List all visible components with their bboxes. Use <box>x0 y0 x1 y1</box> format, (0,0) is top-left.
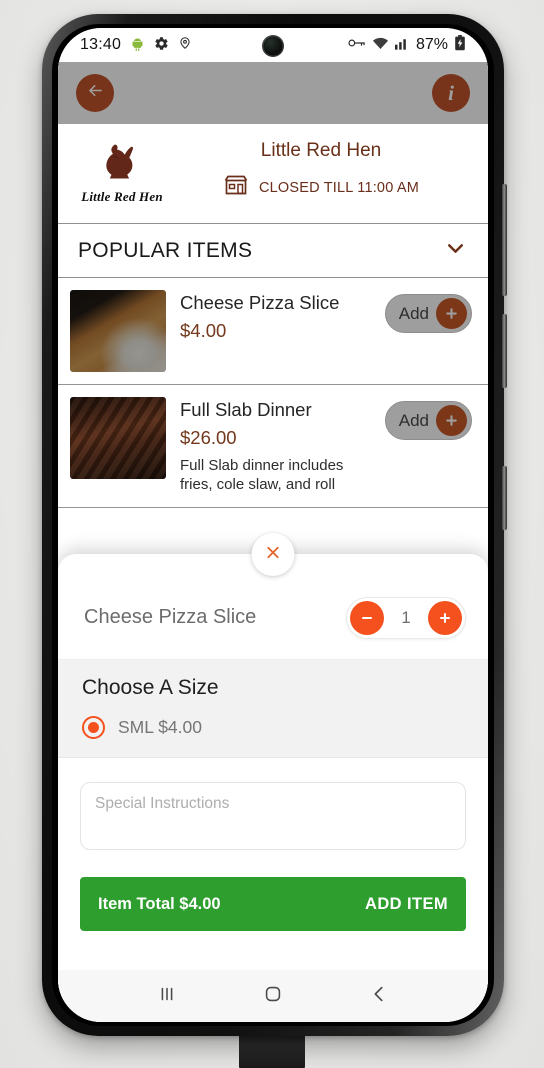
size-option-sml[interactable]: SML $4.00 <box>82 716 466 739</box>
home-icon[interactable] <box>262 983 284 1010</box>
location-pin-icon <box>178 36 192 54</box>
choose-size-title: Choose A Size <box>82 676 219 699</box>
phone-device: 13:40 87% i Little Red Hen Little Red He… <box>42 14 507 1036</box>
radio-dot <box>88 722 99 733</box>
item-total-label: Item Total $4.00 <box>98 894 221 913</box>
sheet-header: Cheese Pizza Slice 1 <box>58 576 488 660</box>
wifi-icon <box>372 36 389 54</box>
front-camera <box>262 35 284 57</box>
special-instructions-wrap <box>58 758 488 855</box>
status-bar-left: 13:40 <box>80 36 192 55</box>
signal-bars-icon <box>394 36 410 54</box>
quantity-value: 1 <box>401 607 411 627</box>
volume-button[interactable] <box>502 184 507 296</box>
vpn-key-icon <box>348 36 366 54</box>
battery-percent: 87% <box>415 36 448 53</box>
app-content: i Little Red Hen Little Red Hen CLOSED T… <box>58 62 488 1022</box>
special-instructions-input[interactable] <box>80 782 466 850</box>
radio-selected-icon[interactable] <box>82 716 105 739</box>
side-key-button[interactable] <box>502 466 507 530</box>
gear-icon <box>154 36 169 55</box>
back-chevron-icon[interactable] <box>368 983 390 1010</box>
power-button[interactable] <box>502 314 507 388</box>
sheet-item-name: Cheese Pizza Slice <box>84 606 257 628</box>
add-item-bar[interactable]: Item Total $4.00 ADD ITEM <box>80 877 466 931</box>
battery-charging-icon <box>454 35 466 55</box>
recents-icon[interactable] <box>156 983 178 1010</box>
minus-icon[interactable] <box>350 600 384 635</box>
status-bar-right: 87% <box>348 35 466 55</box>
add-item-button[interactable]: ADD ITEM <box>365 895 448 914</box>
close-button[interactable] <box>251 533 295 576</box>
phone-screen: 13:40 87% i Little Red Hen Little Red He… <box>58 28 488 1022</box>
android-robot-icon <box>130 36 145 55</box>
android-nav-bar <box>58 970 488 1022</box>
phone-bezel: 13:40 87% i Little Red Hen Little Red He… <box>52 24 494 1026</box>
quantity-stepper: 1 <box>346 596 466 639</box>
choose-size-section: Choose A Size SML $4.00 <box>58 660 488 758</box>
close-icon <box>264 543 283 567</box>
plus-icon[interactable] <box>428 600 462 635</box>
size-option-label: SML $4.00 <box>118 717 202 737</box>
status-time: 13:40 <box>80 36 122 53</box>
item-detail-sheet: Cheese Pizza Slice 1 Choose A Size SML $… <box>58 533 488 1022</box>
